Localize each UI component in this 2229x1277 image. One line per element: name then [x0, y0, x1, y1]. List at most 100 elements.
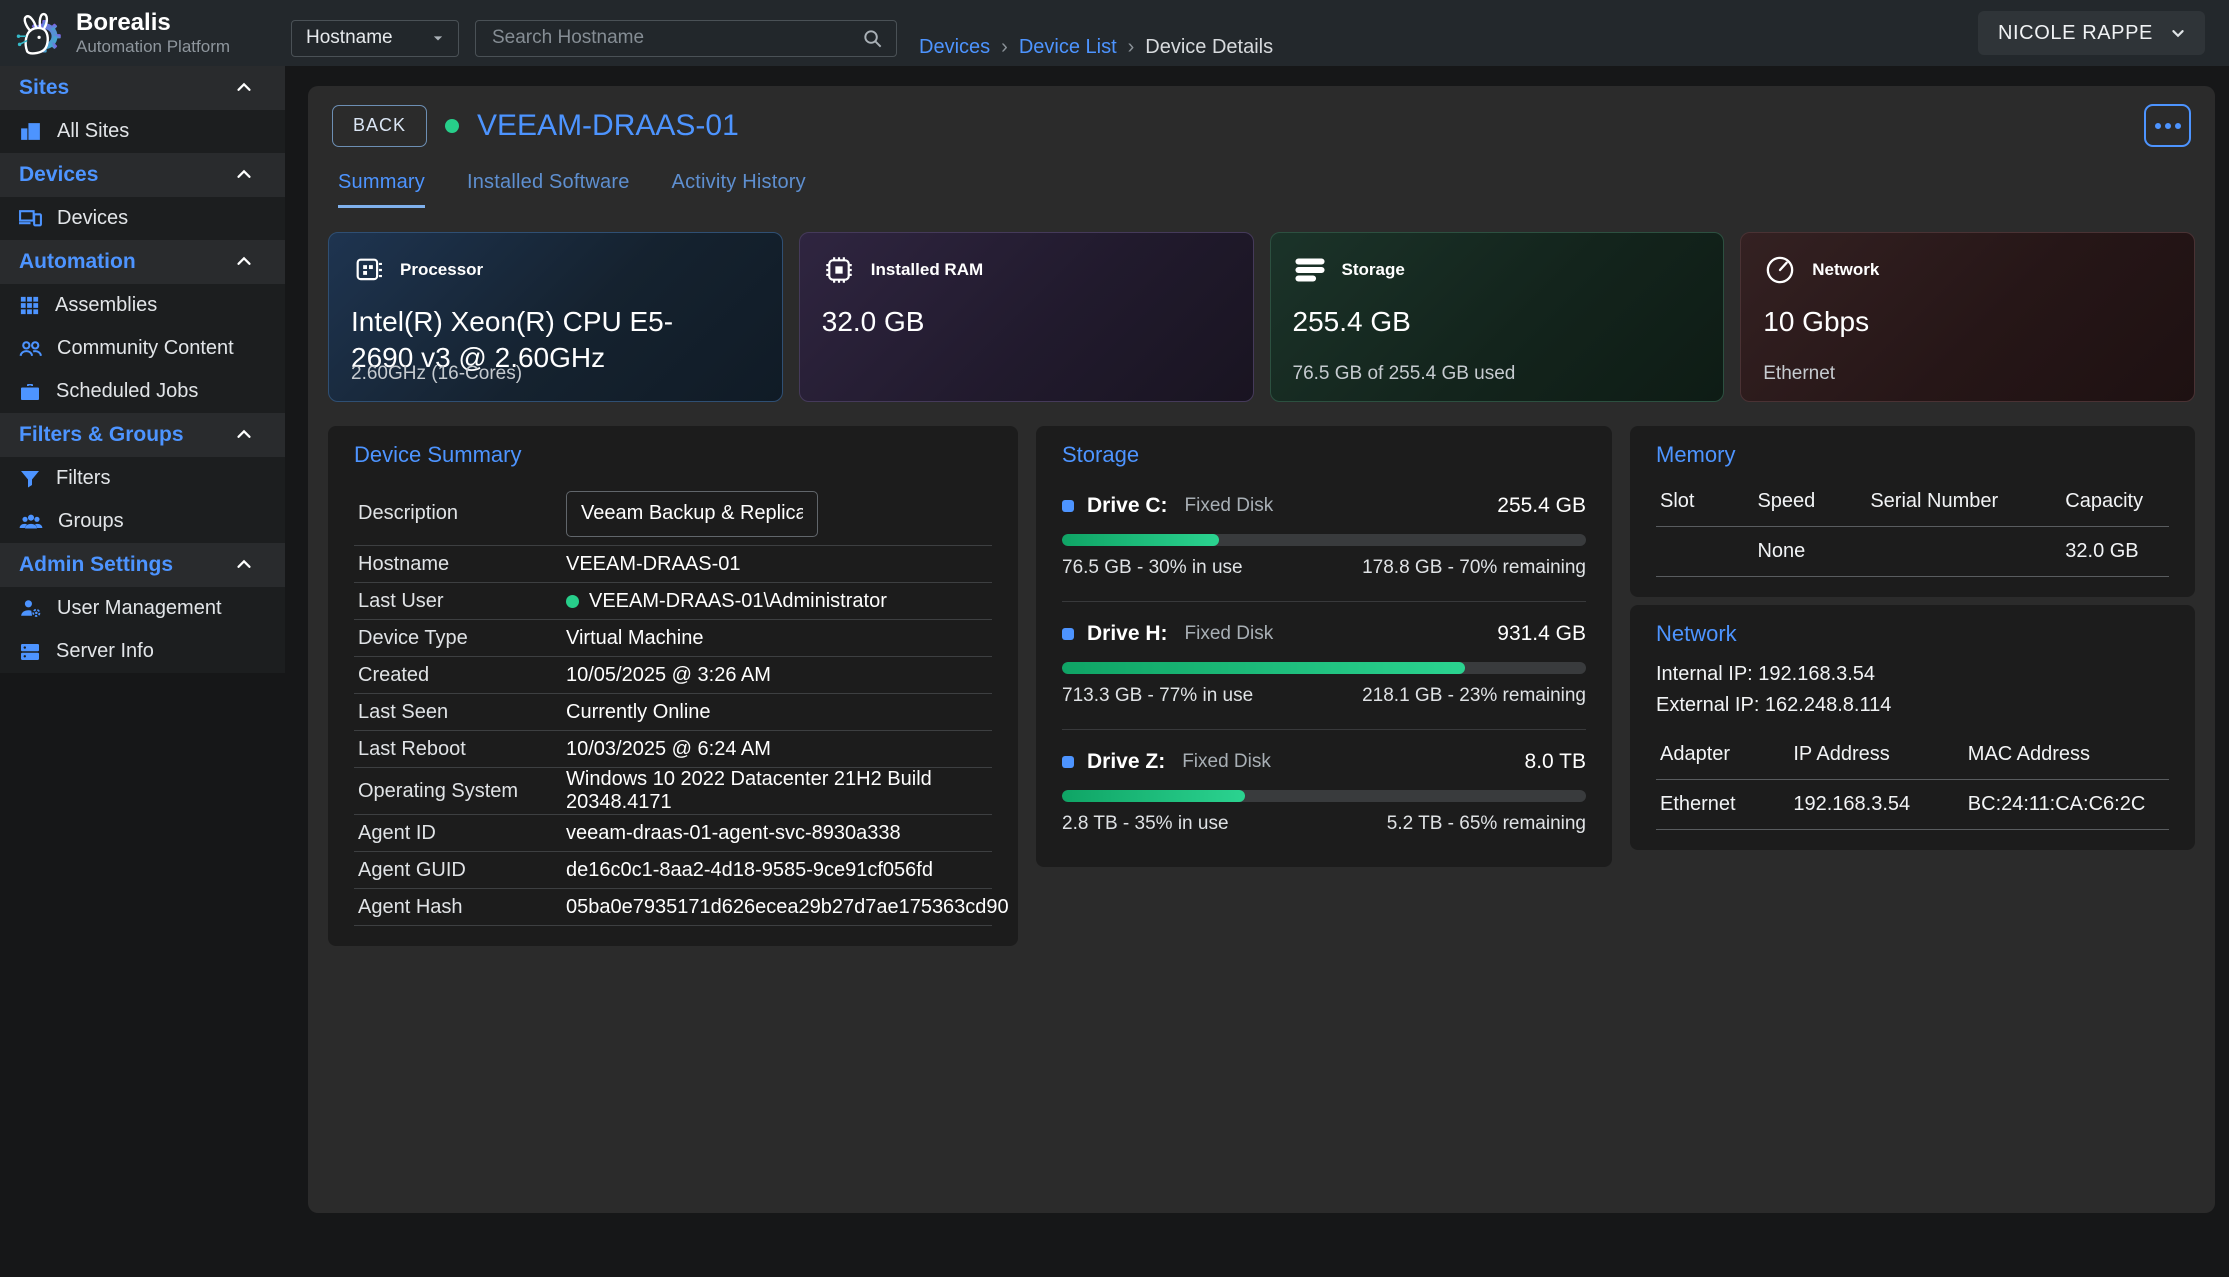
drive-size: 8.0 TB — [1525, 750, 1586, 774]
drive-bullet-icon — [1062, 756, 1074, 768]
card-label: Network — [1812, 260, 1879, 280]
sidebar-section-filters-groups[interactable]: Filters & Groups — [0, 413, 285, 457]
row-value: Windows 10 2022 Datacenter 21H2 Build 20… — [566, 768, 988, 814]
sidebar-item-assemblies[interactable]: Assemblies — [0, 284, 285, 327]
drive-size: 255.4 GB — [1497, 494, 1586, 518]
chevron-up-icon — [233, 251, 255, 273]
sidebar-section-admin-settings[interactable]: Admin Settings — [0, 543, 285, 587]
page-header: BACK VEEAM-DRAAS-01 — [328, 104, 2195, 147]
tab-installed-software[interactable]: Installed Software — [467, 171, 630, 208]
external-ip: External IP: 162.248.8.114 — [1656, 690, 2169, 721]
grid-icon — [18, 294, 41, 317]
ram-value: 32.0 GB — [822, 304, 1198, 340]
drive-usage-fill — [1062, 790, 1245, 802]
sidebar-section-label: Admin Settings — [19, 553, 173, 577]
drive-usage-fill — [1062, 662, 1465, 674]
column-header: Serial Number — [1866, 478, 2061, 527]
sidebar-section-devices[interactable]: Devices — [0, 153, 285, 197]
row-label: Hostname — [358, 553, 566, 576]
internal-ip: Internal IP: 192.168.3.54 — [1656, 659, 2169, 690]
drive-name: Drive Z: — [1087, 750, 1165, 774]
sidebar-section-sites[interactable]: Sites — [0, 66, 285, 110]
memory-table: Slot Speed Serial Number Capacity None — [1656, 478, 2169, 577]
sidebar-item-label: User Management — [57, 597, 222, 620]
description-input[interactable] — [566, 491, 818, 537]
user-menu[interactable]: NICOLE RAPPE — [1978, 11, 2205, 55]
row-value: veeam-draas-01-agent-svc-8930a338 — [566, 822, 901, 845]
row-value: Virtual Machine — [566, 627, 703, 650]
breadcrumb-separator: › — [1001, 36, 1008, 59]
search-field-select[interactable]: Hostname — [291, 20, 459, 57]
row-value: VEEAM-DRAAS-01 — [566, 553, 741, 576]
sidebar-item-groups[interactable]: Groups — [0, 500, 285, 543]
sidebar-section-label: Devices — [19, 163, 98, 187]
table-row: Agent ID veeam-draas-01-agent-svc-8930a3… — [354, 815, 992, 852]
breadcrumb-device-details: Device Details — [1145, 36, 1273, 59]
back-button[interactable]: BACK — [332, 105, 427, 147]
sidebar-section-label: Automation — [19, 250, 136, 274]
sidebar: Sites All Sites Devices Devices Automati… — [0, 66, 285, 1277]
storage-value: 255.4 GB — [1293, 304, 1669, 340]
network-panel-title: Network — [1656, 621, 2169, 647]
sidebar-item-all-sites[interactable]: All Sites — [0, 110, 285, 153]
table-row: Hostname VEEAM-DRAAS-01 — [354, 546, 992, 583]
network-value: 10 Gbps — [1763, 304, 2139, 340]
column-header: Slot — [1656, 478, 1753, 527]
search-icon[interactable] — [861, 27, 884, 50]
card-label: Installed RAM — [871, 260, 983, 280]
brand[interactable]: Borealis Automation Platform — [0, 7, 285, 59]
sidebar-item-server-info[interactable]: Server Info — [0, 630, 285, 673]
memory-speed: None — [1753, 527, 1866, 577]
processor-sub: 2.60GHz (16-Cores) — [351, 363, 522, 385]
drive-usage-bar — [1062, 662, 1586, 674]
card-label: Processor — [400, 260, 483, 280]
row-value: 05ba0e7935171d626ecea29b27d7ae175363cd90 — [566, 896, 1009, 919]
column-header: Adapter — [1656, 731, 1789, 780]
sidebar-item-filters[interactable]: Filters — [0, 457, 285, 500]
device-summary-table: Description Hostname VEEAM-DRAAS-01 Last… — [354, 482, 992, 926]
table-row: Agent Hash 05ba0e7935171d626ecea29b27d7a… — [354, 889, 992, 926]
table-row: Agent GUID de16c0c1-8aa2-4d18-9585-9ce91… — [354, 852, 992, 889]
sidebar-item-scheduled-jobs[interactable]: Scheduled Jobs — [0, 370, 285, 413]
sidebar-section-automation[interactable]: Automation — [0, 240, 285, 284]
sidebar-item-devices[interactable]: Devices — [0, 197, 285, 240]
table-row: Ethernet 192.168.3.54 BC:24:11:CA:C6:2C — [1656, 780, 2169, 830]
table-row: Created 10/05/2025 @ 3:26 AM — [354, 657, 992, 694]
caret-down-icon — [428, 28, 448, 48]
table-row: Device Type Virtual Machine — [354, 620, 992, 657]
chevron-down-icon — [2167, 22, 2189, 44]
adapter-ip: 192.168.3.54 — [1789, 780, 1963, 830]
chevron-up-icon — [233, 424, 255, 446]
ellipsis-icon — [2155, 123, 2161, 129]
chevron-up-icon — [233, 77, 255, 99]
adapter-mac: BC:24:11:CA:C6:2C — [1964, 780, 2169, 830]
sidebar-item-community-content[interactable]: Community Content — [0, 327, 285, 370]
network-card: Network 10 Gbps Ethernet — [1740, 232, 2195, 402]
table-row: Last User VEEAM-DRAAS-01\Administrator — [354, 583, 992, 620]
drive-remaining-label: 5.2 TB - 65% remaining — [1387, 813, 1586, 835]
more-options-button[interactable] — [2144, 104, 2191, 147]
search-input[interactable] — [490, 26, 861, 50]
sidebar-item-label: Groups — [58, 510, 124, 533]
tab-summary[interactable]: Summary — [338, 171, 425, 208]
installed-ram-card: Installed RAM 32.0 GB — [799, 232, 1254, 402]
page-title: VEEAM-DRAAS-01 — [477, 109, 739, 143]
breadcrumb-device-list[interactable]: Device List — [1019, 36, 1117, 59]
memory-panel: Memory Slot Speed Serial Number Capacity — [1630, 426, 2195, 597]
drive-bullet-icon — [1062, 500, 1074, 512]
drive-bullet-icon — [1062, 628, 1074, 640]
storage-panel-title: Storage — [1062, 442, 1586, 468]
row-label: Last User — [358, 590, 566, 613]
chevron-up-icon — [233, 164, 255, 186]
sidebar-item-label: Assemblies — [55, 294, 157, 317]
drive-remaining-label: 218.1 GB - 23% remaining — [1362, 685, 1586, 707]
tab-activity-history[interactable]: Activity History — [672, 171, 806, 208]
memory-serial — [1866, 527, 2061, 577]
borealis-logo — [12, 7, 64, 59]
row-value: VEEAM-DRAAS-01\Administrator — [589, 590, 887, 613]
drive-remaining-label: 178.8 GB - 70% remaining — [1362, 557, 1586, 579]
drive-usage-bar — [1062, 790, 1586, 802]
processor-card: Processor Intel(R) Xeon(R) CPU E5-2690 v… — [328, 232, 783, 402]
breadcrumb-devices[interactable]: Devices — [919, 36, 990, 59]
sidebar-item-user-management[interactable]: User Management — [0, 587, 285, 630]
